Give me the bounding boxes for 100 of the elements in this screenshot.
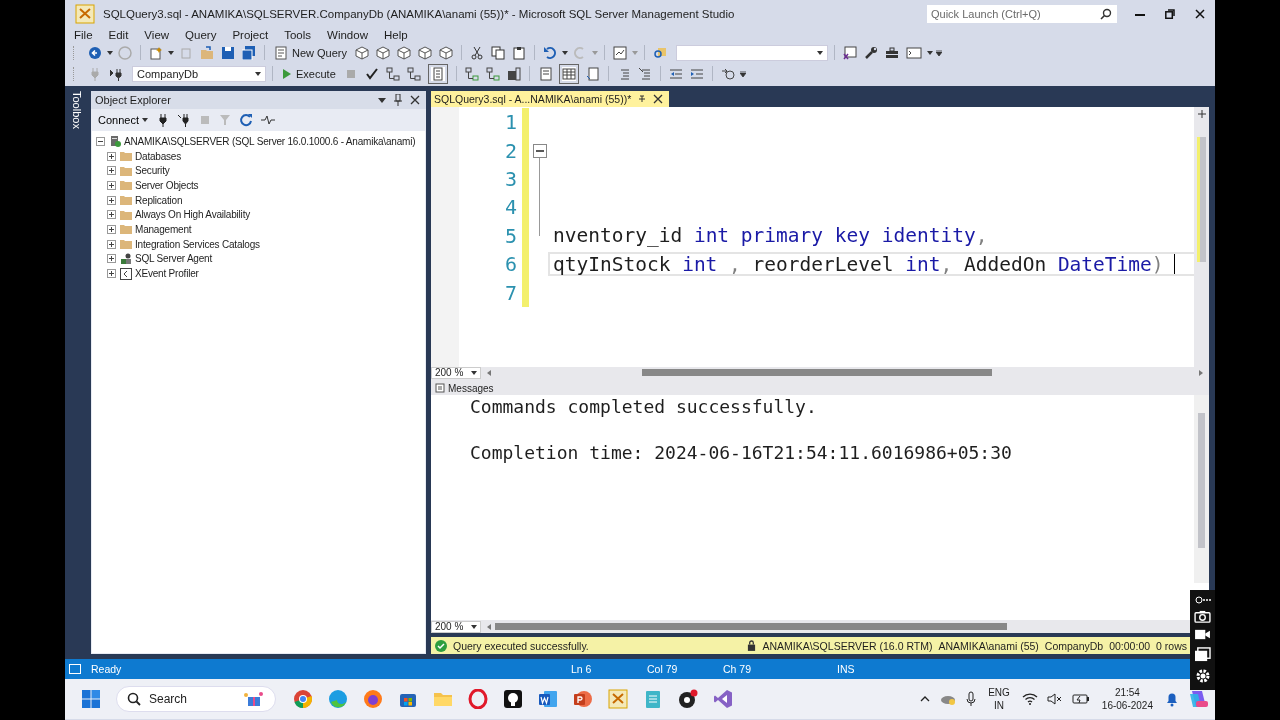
settings-icon[interactable] (1194, 668, 1211, 685)
undo-icon[interactable] (543, 45, 558, 60)
paste-icon[interactable] (512, 45, 527, 60)
chevron-up-icon[interactable] (920, 696, 931, 702)
query-type-icon[interactable] (439, 45, 454, 60)
menu-item[interactable]: Window (327, 29, 376, 41)
query-plan-icon[interactable] (406, 66, 421, 81)
refresh-icon[interactable] (239, 113, 253, 127)
increase-indent-icon[interactable] (689, 66, 704, 81)
expand-icon[interactable] (107, 239, 116, 249)
new-project-icon[interactable] (149, 45, 163, 60)
overflow-icon[interactable] (739, 70, 746, 77)
firefox-icon[interactable] (363, 689, 383, 709)
terminal-icon[interactable] (906, 45, 923, 60)
dropdown-icon[interactable] (378, 97, 386, 103)
query-plan-icon[interactable] (464, 66, 479, 81)
wifi-icon[interactable] (1021, 693, 1038, 705)
scrollbar[interactable] (1194, 395, 1209, 584)
github-icon[interactable] (503, 689, 523, 709)
back-icon[interactable] (88, 45, 102, 60)
pin-icon[interactable] (394, 94, 402, 106)
clock-time[interactable]: 21:54 (1114, 686, 1140, 699)
powerpoint-icon[interactable] (573, 689, 593, 709)
tree-item[interactable]: Replication (135, 194, 183, 206)
decrease-indent-icon[interactable] (668, 66, 683, 81)
results-to-grid-icon[interactable] (561, 66, 576, 81)
notification-icon[interactable] (69, 664, 81, 674)
tree-item[interactable]: SQL Server Agent (135, 253, 213, 265)
database-combo-box[interactable]: CompanyDb (132, 65, 266, 82)
connect-icon[interactable] (157, 113, 169, 127)
statistics-icon[interactable] (506, 66, 521, 81)
scroll-left-icon[interactable] (487, 370, 491, 376)
search-field[interactable]: Search (116, 686, 276, 712)
expand-icon[interactable] (107, 151, 116, 161)
activity-icon[interactable] (261, 113, 275, 127)
query-type-icon[interactable] (376, 45, 391, 60)
open-folder-icon[interactable] (200, 45, 214, 60)
tree-item[interactable]: Databases (135, 150, 181, 162)
wrench-icon[interactable] (864, 45, 879, 60)
expand-icon[interactable] (107, 166, 116, 176)
link-icon[interactable] (1194, 595, 1211, 604)
language-indicator[interactable]: ENG (988, 686, 1010, 699)
video-camera-icon[interactable] (1194, 628, 1211, 642)
menu-item[interactable]: Project (232, 29, 277, 41)
query-type-icon[interactable] (397, 45, 412, 60)
clock-date[interactable]: 16-06-2024 (1101, 699, 1153, 712)
tree-item[interactable]: XEvent Profiler (135, 268, 199, 280)
menu-item[interactable]: Query (185, 29, 225, 41)
battery-icon[interactable] (1071, 693, 1090, 705)
scrollbar[interactable] (1194, 106, 1209, 367)
new-query-button[interactable]: New Query (271, 43, 351, 62)
obs-icon[interactable] (678, 689, 698, 709)
menu-item[interactable]: File (74, 29, 101, 41)
collapse-icon[interactable] (533, 143, 547, 158)
query-plan-icon[interactable] (385, 66, 400, 81)
expand-icon[interactable] (107, 224, 116, 234)
expand-icon[interactable] (107, 210, 116, 220)
tree-item[interactable]: Security (135, 165, 170, 177)
menu-item[interactable]: Edit (108, 29, 137, 41)
quick-launch-field[interactable]: Quick Launch (Ctrl+Q) (927, 5, 1117, 23)
expand-icon[interactable] (107, 254, 116, 264)
activity-monitor-icon[interactable] (613, 45, 628, 60)
word-icon[interactable] (538, 689, 558, 709)
dropdown-icon[interactable] (168, 50, 174, 55)
query-type-icon[interactable] (418, 45, 433, 60)
bell-icon[interactable] (1165, 691, 1179, 707)
connect-button[interactable]: Connect (95, 114, 151, 126)
muted-speaker-icon[interactable] (1046, 693, 1063, 705)
scroll-left-icon[interactable] (487, 623, 491, 630)
checkmark-icon[interactable] (364, 66, 379, 81)
copilot-icon[interactable] (1188, 688, 1210, 710)
window-icon[interactable] (1194, 647, 1211, 663)
close-icon[interactable] (410, 95, 420, 105)
scroll-right-icon[interactable] (1199, 370, 1203, 376)
dropdown-icon[interactable] (107, 50, 113, 55)
collapse-icon[interactable] (96, 136, 105, 146)
save-icon[interactable] (221, 45, 235, 60)
tree-item[interactable]: Always On High Availability (135, 209, 251, 221)
edge-icon[interactable] (328, 689, 348, 709)
visual-studio-icon[interactable] (713, 689, 733, 709)
pin-icon[interactable] (637, 94, 648, 104)
menu-item[interactable]: Help (383, 29, 416, 41)
query-type-icon[interactable] (355, 45, 370, 60)
split-icon[interactable] (1196, 108, 1207, 119)
dropdown-icon[interactable] (927, 50, 934, 55)
tree-item[interactable]: Integration Services Catalogs (135, 238, 260, 250)
overflow-icon[interactable] (936, 49, 943, 56)
change-connection-icon[interactable] (109, 66, 123, 81)
toolbox-tab[interactable]: Toolbox (68, 91, 86, 131)
tree-item[interactable]: Management (135, 223, 192, 235)
results-to-file-icon[interactable] (585, 66, 600, 81)
close-icon[interactable] (653, 94, 664, 104)
tree-item[interactable]: Server Objects (135, 179, 199, 191)
dropdown-icon[interactable] (562, 50, 569, 55)
zoom-combo-box[interactable]: 200 % (431, 620, 481, 633)
document-tab[interactable]: SQLQuery3.sql - A...NAMIKA\anami (55))* (431, 91, 670, 107)
camera-icon[interactable] (1194, 609, 1211, 623)
code-editor[interactable]: 1 2 3 4 5 6 7 nventory_id int primary key identity, qtyInStock int , reorderLevel int, AddedOn DateTime) (431, 106, 1209, 367)
menu-item[interactable]: View (144, 29, 178, 41)
copy-icon[interactable] (491, 45, 506, 60)
